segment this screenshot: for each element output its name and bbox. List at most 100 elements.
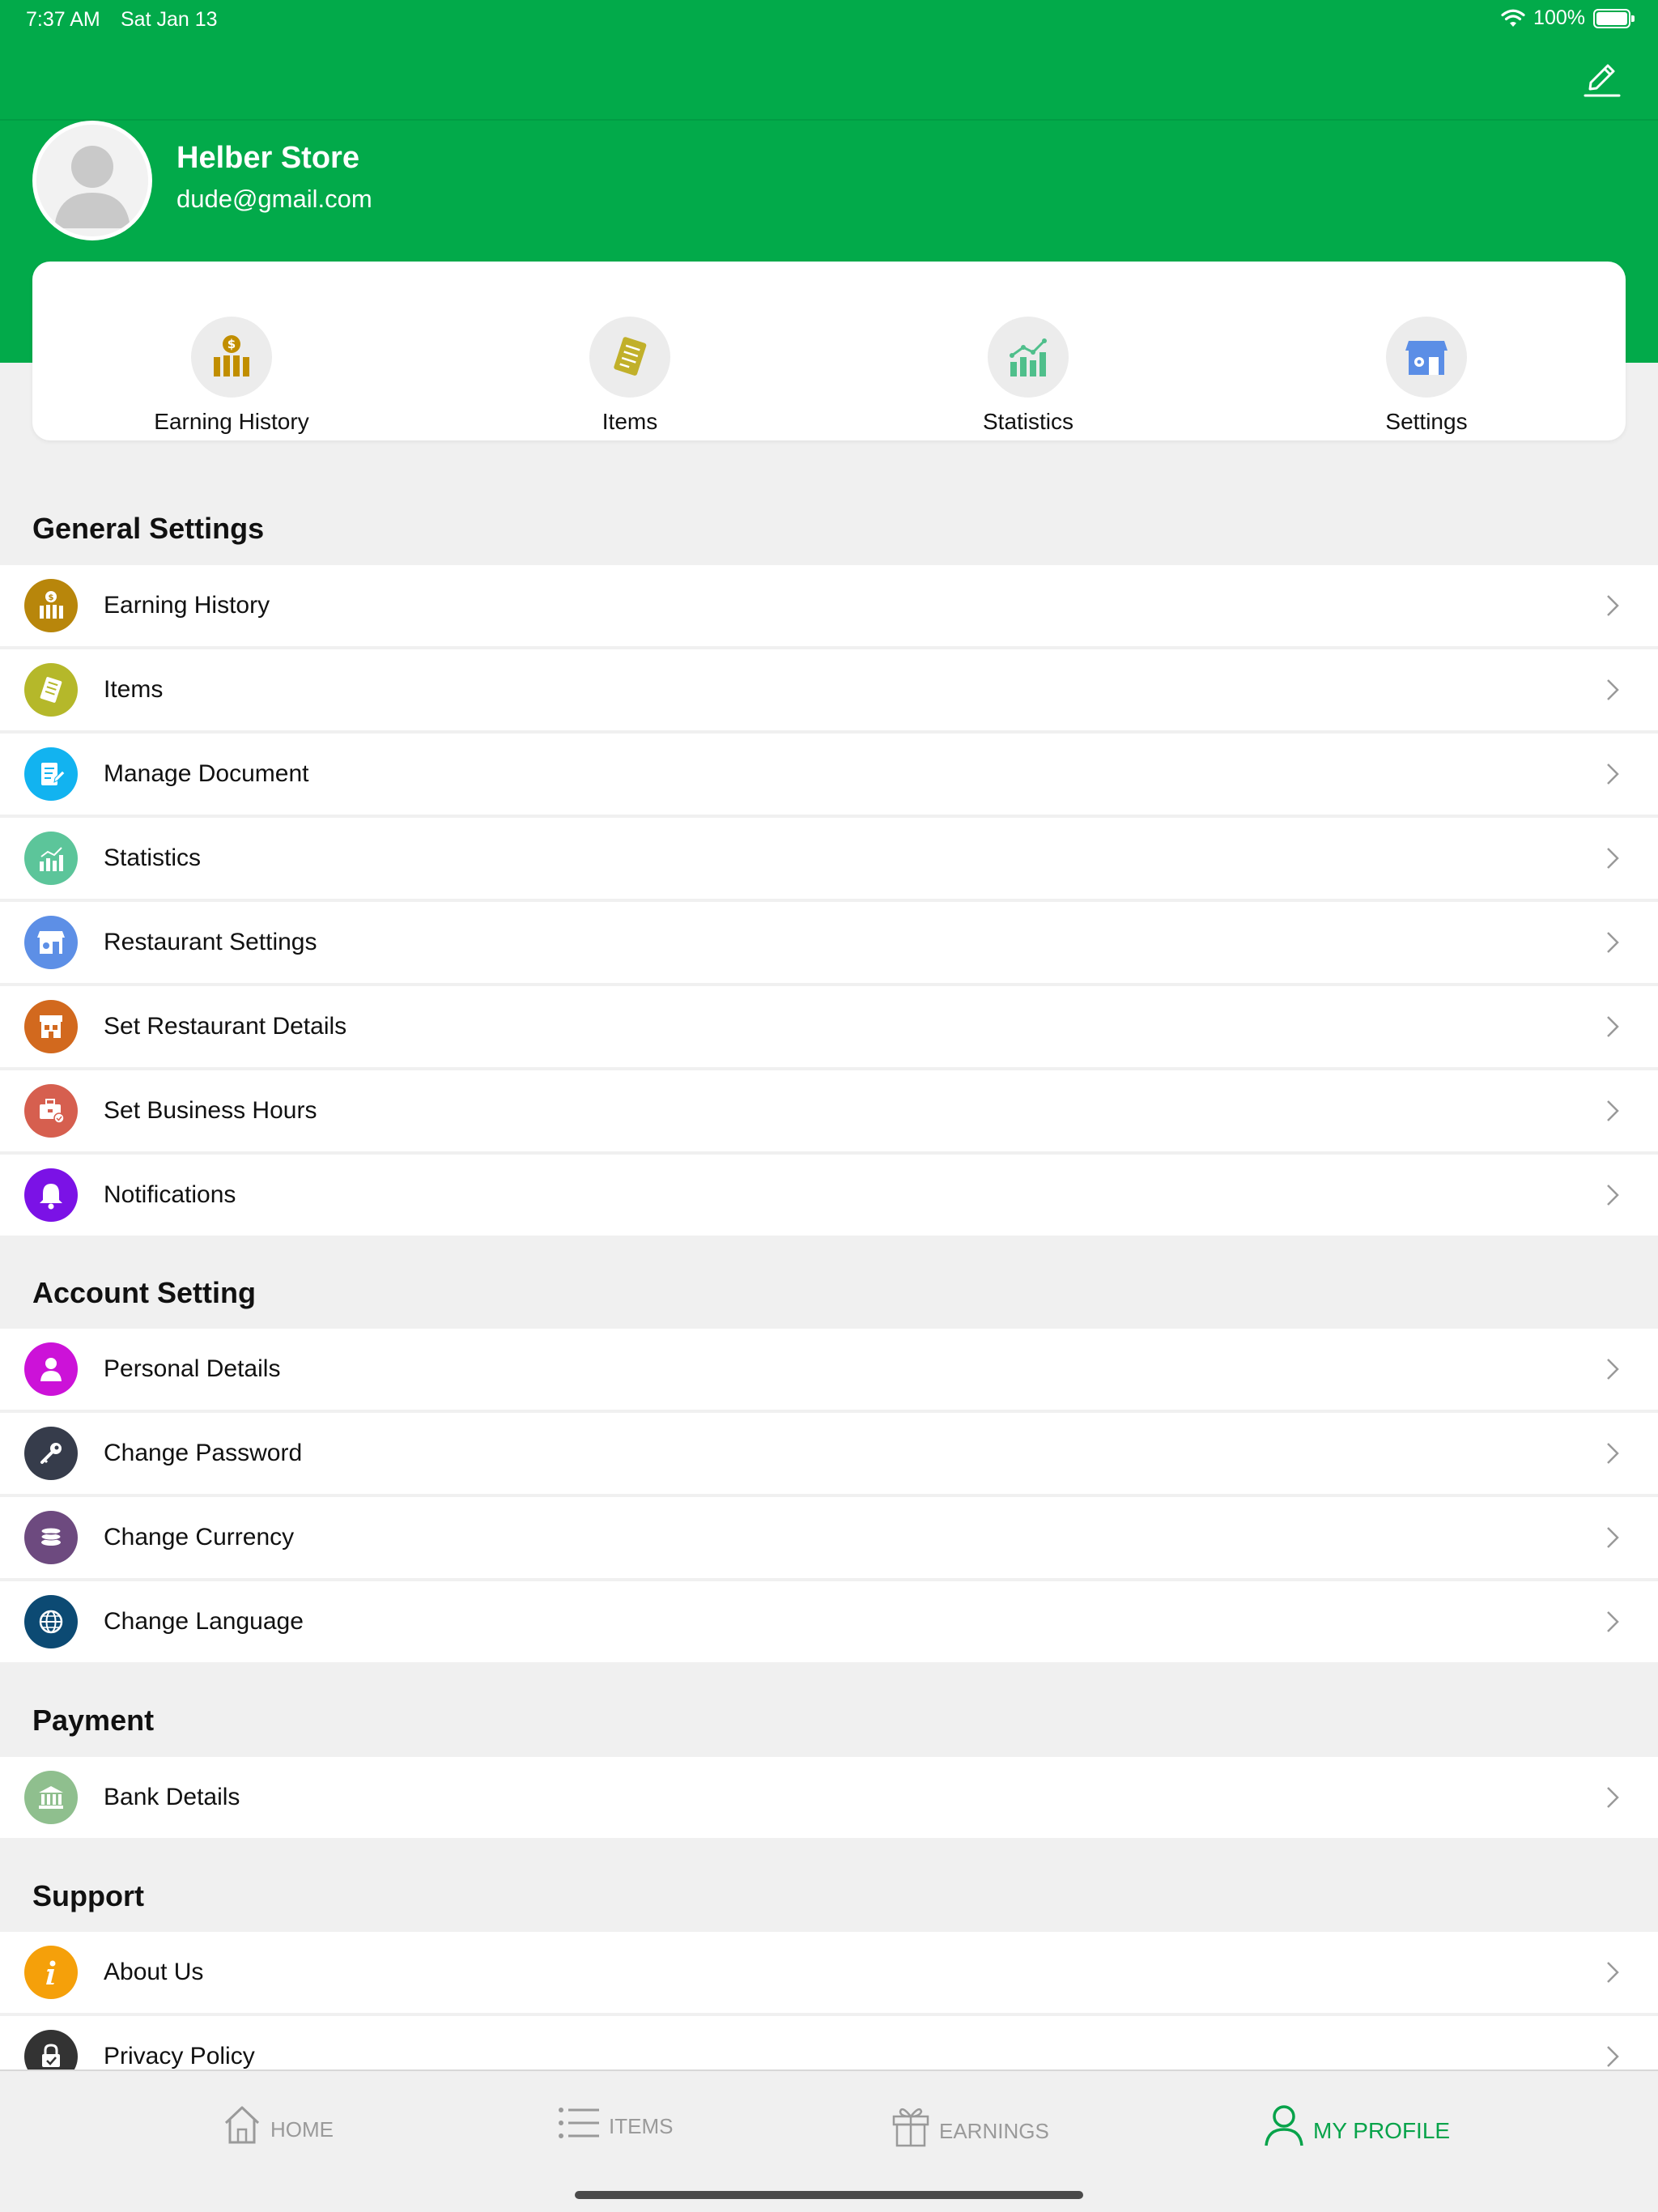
list-item-label: Manage Document <box>104 760 309 787</box>
quick-action-label: Earning History <box>154 409 309 434</box>
list-item-earning-history[interactable]: $ Earning History <box>0 565 1658 646</box>
earning-history-icon: $ <box>214 335 249 376</box>
list-item-notifications[interactable]: Notifications <box>0 1155 1658 1236</box>
chevron-right-icon <box>1607 1527 1619 1548</box>
quick-action-icon-bg <box>1386 317 1467 398</box>
list-item-label: Set Business Hours <box>104 1097 317 1124</box>
statistics-icon <box>1010 338 1047 376</box>
row-icon-bg <box>24 663 78 717</box>
list-item-statistics[interactable]: Statistics <box>0 818 1658 899</box>
list-icon <box>559 2108 599 2138</box>
section-title-general: General Settings <box>32 512 265 545</box>
battery-percent: 100% <box>1533 6 1585 29</box>
chevron-right-icon <box>1607 1100 1619 1121</box>
status-right: 100% <box>1501 6 1635 30</box>
chevron-right-icon <box>1607 1185 1619 1206</box>
bell-icon <box>40 1184 62 1210</box>
chevron-right-icon <box>1607 2046 1619 2067</box>
briefcase-clock-icon <box>40 1099 65 1124</box>
list-item-label: Change Currency <box>104 1524 295 1551</box>
row-icon-bg <box>24 1000 78 1053</box>
list-item-restaurant-settings[interactable]: Restaurant Settings <box>0 902 1658 983</box>
svg-text:$: $ <box>227 337 236 351</box>
list-item-items[interactable]: Items <box>0 649 1658 730</box>
restaurant-icon <box>40 1015 62 1038</box>
items-icon <box>614 337 647 376</box>
list-item-bank-details[interactable]: Bank Details <box>0 1757 1658 1838</box>
list-item-personal-details[interactable]: Personal Details <box>0 1329 1658 1410</box>
list-item-change-password[interactable]: Change Password <box>0 1413 1658 1494</box>
status-bar: 7:37 AM Sat Jan 13 100% <box>0 0 1658 37</box>
list-item-set-business-hours[interactable]: Set Business Hours <box>0 1070 1658 1151</box>
battery-icon <box>1593 8 1635 28</box>
tab-home[interactable]: HOME <box>222 2104 334 2146</box>
list-item-about-us[interactable]: About Us <box>0 1932 1658 2013</box>
row-icon-bg <box>24 1771 78 1824</box>
chevron-right-icon <box>1607 1443 1619 1464</box>
chevron-right-icon <box>1607 595 1619 616</box>
chevron-right-icon <box>1607 679 1619 700</box>
chevron-right-icon <box>1607 1787 1619 1808</box>
quick-action-settings[interactable]: Settings <box>1227 262 1626 440</box>
default-avatar-icon <box>36 125 148 236</box>
tab-label: EARNINGS <box>939 2119 1049 2143</box>
quick-action-icon-bg <box>988 317 1069 398</box>
list-item-label: Items <box>104 676 164 703</box>
person-icon <box>40 1358 62 1381</box>
list-item-label: Statistics <box>104 844 202 871</box>
quick-action-label: Items <box>602 409 658 434</box>
quick-action-icon-bg: $ <box>191 317 272 398</box>
row-icon-bg <box>24 832 78 885</box>
store-settings-icon <box>1405 341 1448 375</box>
tab-items[interactable]: ITEMS <box>557 2104 673 2142</box>
tab-label: HOME <box>270 2117 334 2142</box>
list-item-manage-document[interactable]: Manage Document <box>0 734 1658 815</box>
list-item-set-restaurant-details[interactable]: Set Restaurant Details <box>0 986 1658 1067</box>
gift-icon <box>892 2108 929 2147</box>
tab-label: ITEMS <box>609 2114 674 2138</box>
chevron-right-icon <box>1607 1611 1619 1632</box>
quick-action-earning-history[interactable]: $ Earning History <box>32 262 431 440</box>
bank-icon <box>39 1786 63 1809</box>
status-time: 7:37 AM <box>26 8 100 31</box>
svg-text:$: $ <box>49 593 54 602</box>
quick-action-label: Statistics <box>982 409 1074 434</box>
row-icon-bg: $ <box>24 579 78 632</box>
chevron-right-icon <box>1607 1962 1619 1983</box>
tab-earnings[interactable]: EARNINGS <box>891 2104 1049 2147</box>
row-icon-bg <box>24 1595 78 1648</box>
section-title-account: Account Setting <box>32 1276 256 1309</box>
quick-action-statistics[interactable]: Statistics <box>829 262 1227 440</box>
list-item-label: Restaurant Settings <box>104 929 317 955</box>
list-item-label: Change Language <box>104 1608 304 1635</box>
list-item-label: Change Password <box>104 1440 303 1466</box>
section-title-payment: Payment <box>32 1704 155 1737</box>
chevron-right-icon <box>1607 1359 1619 1380</box>
globe-icon <box>39 1610 63 1634</box>
list-item-change-currency[interactable]: Change Currency <box>0 1497 1658 1578</box>
key-icon <box>40 1443 62 1464</box>
info-icon <box>46 1960 56 1984</box>
tab-my-profile[interactable]: MY PROFILE <box>1263 2104 1450 2147</box>
profile-name: Helber Store <box>176 141 359 175</box>
chevron-right-icon <box>1607 932 1619 953</box>
document-edit-icon <box>41 763 66 785</box>
home-indicator[interactable] <box>575 2191 1083 2199</box>
quick-action-items[interactable]: Items <box>431 262 829 440</box>
row-icon-bg <box>24 1168 78 1222</box>
profile-email: dude@gmail.com <box>176 185 372 213</box>
chevron-right-icon <box>1607 848 1619 869</box>
header-divider <box>0 119 1658 121</box>
list-item-change-language[interactable]: Change Language <box>0 1581 1658 1662</box>
chevron-right-icon <box>1607 764 1619 785</box>
row-icon-bg <box>24 1084 78 1138</box>
avatar[interactable] <box>32 121 152 240</box>
list-item-label: Earning History <box>104 592 270 619</box>
status-date: Sat Jan 13 <box>121 8 218 31</box>
row-icon-bg <box>24 747 78 801</box>
edit-profile-button[interactable] <box>1579 57 1624 102</box>
items-icon <box>40 677 62 703</box>
coins-icon <box>40 1527 62 1546</box>
quick-actions-card: $ Earning History Items Statistics Setti… <box>32 262 1626 440</box>
row-icon-bg <box>24 1511 78 1564</box>
